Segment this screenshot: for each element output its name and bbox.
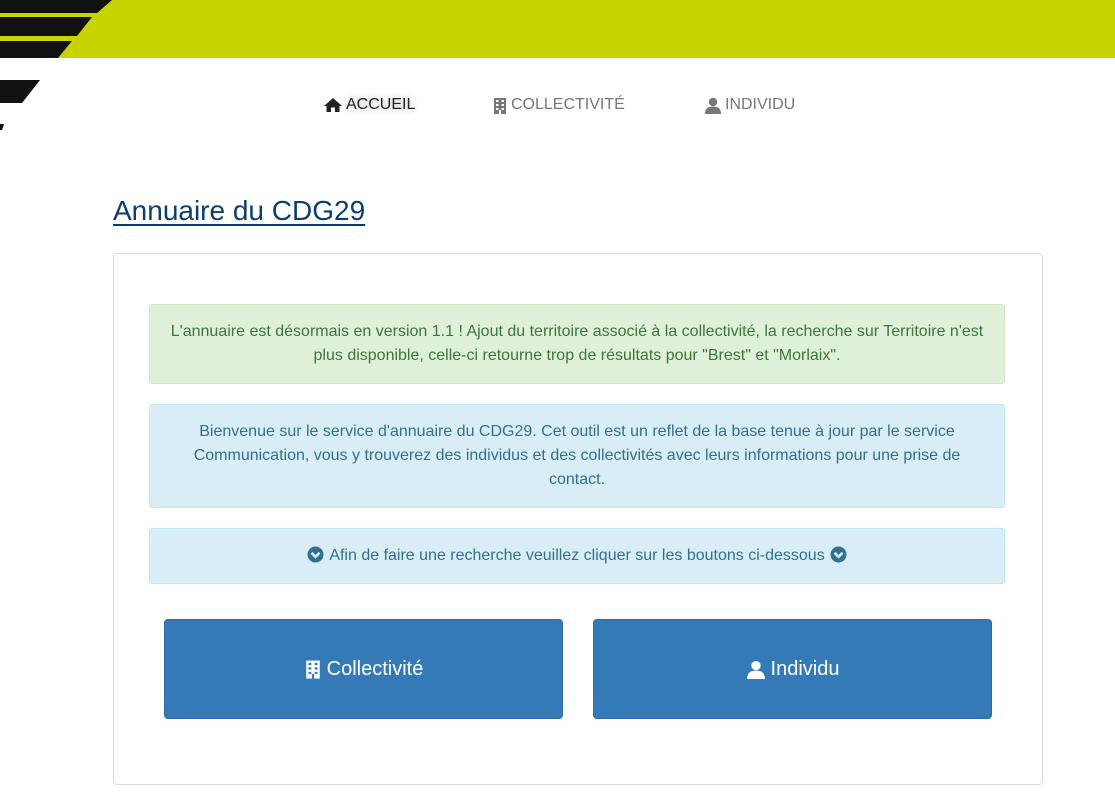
welcome-alert-text: Bienvenue sur le service d'annuaire du C… (193, 423, 961, 488)
chevron-circle-down-icon (307, 546, 324, 563)
page: ACCUEIL COLLECTIVITÉ INDIVIDU Annuaire d… (0, 0, 1115, 798)
nav-item-label: COLLECTIVITÉ (511, 96, 625, 113)
nav-item-accueil[interactable]: ACCUEIL (323, 92, 415, 118)
header-banner (0, 0, 1115, 58)
content-panel: L'annuaire est désormais en version 1.1 … (113, 253, 1043, 785)
cdg29-logo[interactable] (0, 0, 160, 140)
search-hint-text: Afin de faire une recherche veuillez cli… (329, 547, 825, 564)
nav-item-collectivite[interactable]: COLLECTIVITÉ (492, 92, 625, 118)
building-icon (305, 660, 320, 679)
welcome-alert: Bienvenue sur le service d'annuaire du C… (149, 404, 1005, 508)
user-icon (746, 660, 765, 679)
nav-item-label: INDIVIDU (725, 96, 796, 113)
version-alert: L'annuaire est désormais en version 1.1 … (149, 304, 1005, 384)
main-nav: ACCUEIL COLLECTIVITÉ INDIVIDU (0, 92, 1115, 118)
building-icon (494, 97, 506, 114)
version-alert-text: L'annuaire est désormais en version 1.1 … (170, 323, 984, 364)
individu-button-label: Individu (770, 657, 840, 680)
collectivite-button[interactable]: Collectivité (164, 619, 563, 719)
user-icon (705, 97, 721, 114)
search-hint-alert: Afin de faire une recherche veuillez cli… (149, 528, 1005, 584)
nav-item-individu[interactable]: INDIVIDU (704, 92, 795, 118)
home-icon (324, 98, 342, 112)
chevron-circle-down-icon (830, 546, 847, 563)
collectivite-button-label: Collectivité (326, 657, 424, 680)
page-title[interactable]: Annuaire du CDG29 (113, 195, 365, 227)
nav-item-label: ACCUEIL (346, 96, 416, 113)
individu-button[interactable]: Individu (593, 619, 992, 719)
